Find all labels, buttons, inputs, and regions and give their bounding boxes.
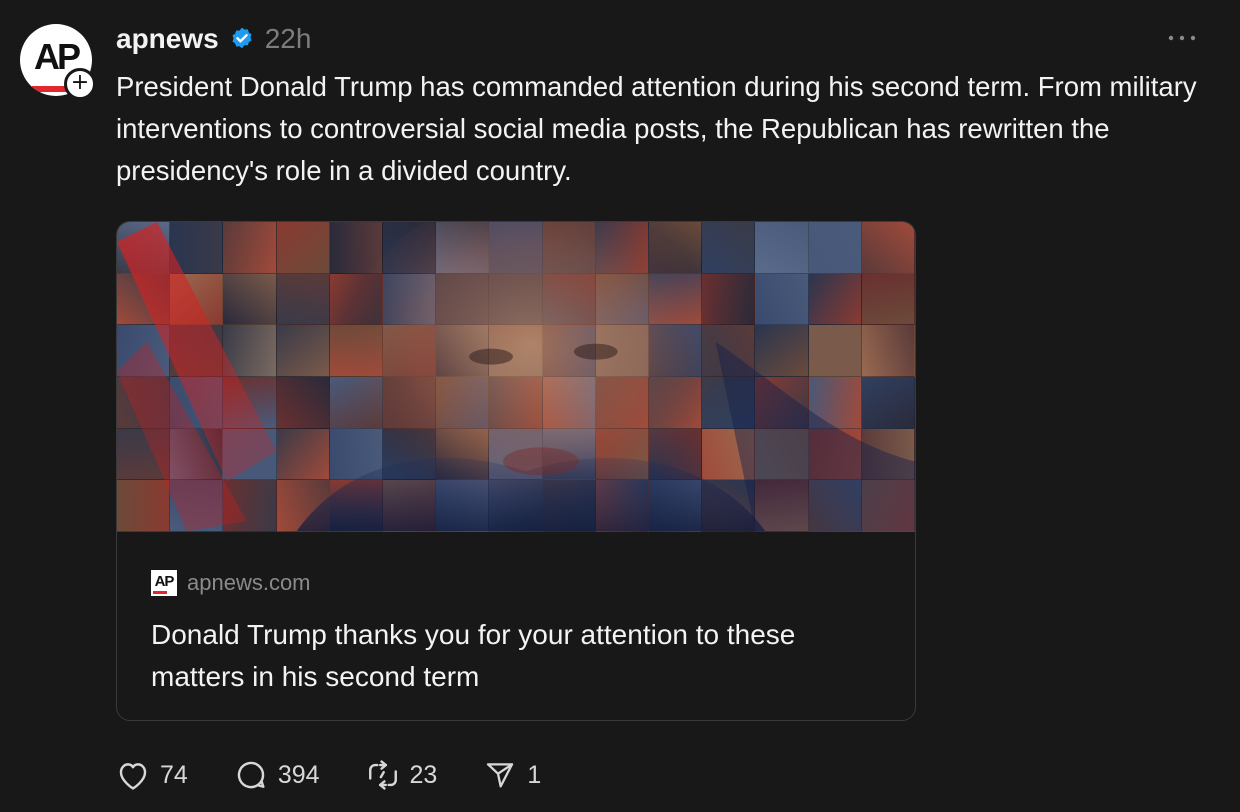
more-options-button[interactable] xyxy=(1164,26,1200,50)
link-preview-image xyxy=(117,222,915,532)
link-preview-card[interactable]: AP apnews.com Donald Trump thanks you fo… xyxy=(116,221,916,721)
link-source: AP apnews.com xyxy=(151,570,311,596)
repost-count: 23 xyxy=(409,760,438,789)
avatar-container[interactable]: AP + xyxy=(20,24,96,100)
like-button[interactable]: 74 xyxy=(116,756,188,794)
source-logo-text: AP xyxy=(154,573,175,590)
link-title: Donald Trump thanks you for your attenti… xyxy=(151,619,796,692)
link-domain: apnews.com xyxy=(187,570,311,595)
source-logo-stripe xyxy=(153,591,167,594)
avatar-logo-stripe xyxy=(32,86,66,92)
comment-icon xyxy=(237,761,265,789)
send-icon xyxy=(487,763,514,788)
repost-button[interactable]: 23 xyxy=(366,756,438,794)
more-icon xyxy=(1168,35,1196,41)
verified-badge-icon xyxy=(232,27,252,49)
like-count: 74 xyxy=(160,760,188,789)
reply-count: 394 xyxy=(277,760,320,789)
follow-button[interactable]: + xyxy=(64,68,96,100)
username[interactable]: apnews xyxy=(116,23,219,55)
reply-button[interactable]: 394 xyxy=(234,756,320,794)
source-logo: AP xyxy=(151,570,177,596)
post-actions: 74 394 23 1 xyxy=(116,756,587,794)
post-body-text: President Donald Trump has commanded att… xyxy=(116,71,1197,186)
share-count: 1 xyxy=(527,760,542,789)
portrait-overlay xyxy=(117,222,915,532)
share-button[interactable]: 1 xyxy=(483,756,541,794)
repost-icon xyxy=(368,760,397,790)
heart-icon xyxy=(119,763,147,790)
plus-icon: + xyxy=(70,70,90,95)
post-timestamp: 22h xyxy=(264,23,312,54)
post-header: apnews 22h xyxy=(116,22,311,56)
